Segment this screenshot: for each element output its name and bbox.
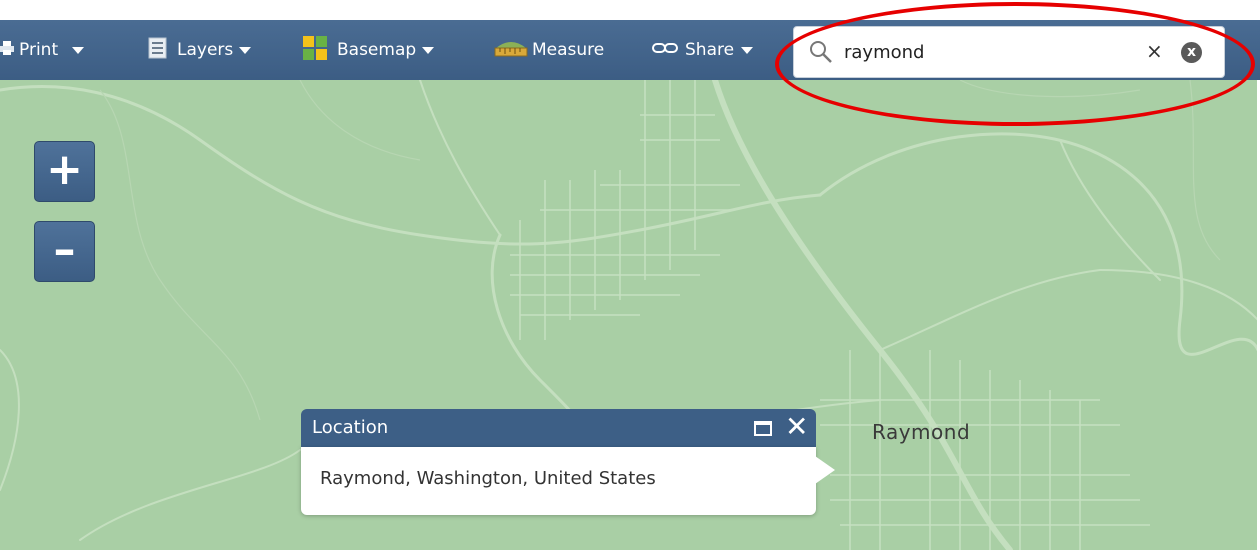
basemap-menu[interactable]: Basemap: [303, 20, 435, 80]
maximize-icon[interactable]: [754, 421, 772, 436]
share-label: Share: [685, 40, 735, 60]
popup-title: Location: [312, 417, 389, 438]
basemap-label: Basemap: [337, 40, 417, 60]
top-margin: [0, 0, 1260, 20]
layers-label: Layers: [177, 40, 234, 60]
map-place-label: Raymond: [872, 420, 971, 444]
popup-header: Location ✕: [301, 409, 816, 447]
search-box: × x: [793, 26, 1225, 78]
share-caret-icon: [741, 46, 754, 54]
print-caret-icon: [72, 46, 85, 54]
zoom-out-button[interactable]: –: [34, 221, 95, 282]
layers-caret-icon: [239, 46, 252, 54]
search-input[interactable]: [844, 35, 1124, 69]
search-icon: [809, 40, 833, 68]
zoom-in-button[interactable]: +: [34, 141, 95, 202]
print-label: Print: [19, 40, 59, 60]
layers-menu[interactable]: Layers: [148, 20, 252, 80]
print-menu[interactable]: Print: [0, 20, 85, 80]
measure-label: Measure: [532, 40, 605, 60]
measure-ruler-icon: [494, 38, 528, 63]
clear-search-icon[interactable]: ×: [1146, 39, 1163, 63]
basemap-caret-icon: [422, 46, 435, 54]
share-menu[interactable]: Share: [652, 20, 754, 80]
link-icon: [652, 40, 678, 60]
popup-address: Raymond, Washington, United States: [320, 468, 656, 489]
map-viewer: Print Layers Basemap Measure Share raymo…: [0, 0, 1260, 550]
layers-icon: [148, 37, 168, 64]
reset-search-icon[interactable]: x: [1181, 42, 1202, 63]
measure-button[interactable]: Measure: [494, 20, 604, 80]
popup-body: Raymond, Washington, United States: [301, 447, 816, 515]
basemap-grid-icon: [303, 35, 327, 65]
printer-icon: [0, 40, 14, 61]
popup-pointer: [815, 456, 835, 484]
close-icon[interactable]: ✕: [785, 412, 808, 442]
location-popup: Location ✕ Raymond, Washington, United S…: [301, 409, 835, 515]
